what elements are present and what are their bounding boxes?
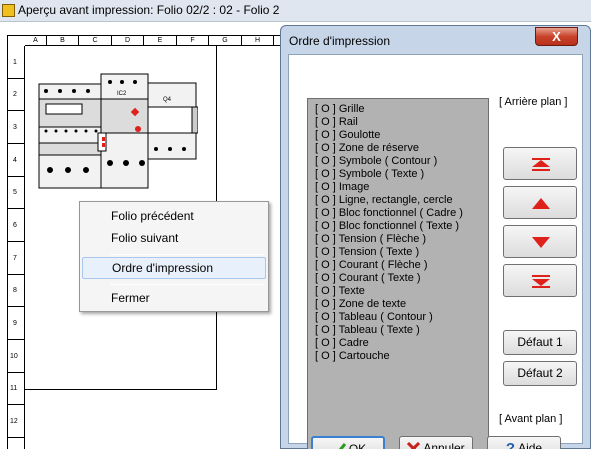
cancel-button[interactable]: Annuler: [399, 436, 473, 449]
column-label: C: [79, 36, 112, 46]
menu-item-print-order[interactable]: Ordre d'impression: [82, 257, 266, 279]
list-item[interactable]: [ O ] Tableau ( Texte ): [315, 324, 420, 337]
checkmark-icon: [339, 443, 346, 449]
column-label: E: [144, 36, 177, 46]
list-item[interactable]: [ O ] Tableau ( Contour ): [315, 311, 433, 324]
arrow-up-icon: [532, 198, 550, 209]
list-item[interactable]: [ O ] Zone de texte: [315, 298, 406, 311]
arrow-down-icon: [532, 237, 550, 248]
row-label: 5: [8, 177, 25, 209]
column-label: F: [177, 36, 209, 46]
cancel-button-label: Annuler: [423, 441, 465, 449]
list-item[interactable]: [ O ] Tension ( Texte ): [315, 246, 419, 259]
drawing-label-q4: Q4: [163, 97, 172, 103]
list-item[interactable]: [ O ] Texte: [315, 285, 365, 298]
list-item[interactable]: [ O ] Symbole ( Texte ): [315, 168, 424, 181]
move-to-top-button[interactable]: [503, 147, 577, 180]
move-up-button[interactable]: [503, 186, 577, 219]
dialog-body: [ O ] Grille [ O ] Rail [ O ] Goulotte […: [288, 54, 583, 449]
row-label: 4: [8, 144, 25, 177]
list-item[interactable]: [ O ] Symbole ( Contour ): [315, 155, 437, 168]
menu-separator: [110, 284, 264, 285]
drawing-label-ic2: IC2: [117, 91, 127, 97]
list-item[interactable]: [ O ] Bloc fonctionnel ( Cadre ): [315, 207, 463, 220]
close-icon: [407, 442, 421, 449]
device-schematic-drawing: IC2 Q4: [38, 73, 198, 189]
background-layer-label: [ Arrière plan ]: [499, 96, 568, 108]
column-label: B: [47, 36, 79, 46]
print-order-list[interactable]: [ O ] Grille [ O ] Rail [ O ] Goulotte […: [307, 98, 489, 449]
list-item[interactable]: [ O ] Cadre: [315, 337, 369, 350]
row-label: 1: [8, 46, 25, 79]
column-label: G: [209, 36, 242, 46]
row-ruler: 1 2 3 4 5 6 7 8 9 10 11 12: [8, 46, 25, 449]
list-item[interactable]: [ O ] Image: [315, 181, 369, 194]
column-ruler: A B C D E F G H: [25, 36, 282, 46]
move-down-button[interactable]: [503, 225, 577, 258]
menu-item-close[interactable]: Fermer: [82, 287, 266, 309]
list-item[interactable]: [ O ] Tension ( Flèche ): [315, 233, 426, 246]
row-label: 3: [8, 111, 25, 144]
column-label: H: [242, 36, 274, 46]
default-2-button[interactable]: Défaut 2: [503, 361, 577, 386]
list-item[interactable]: [ O ] Cartouche: [315, 350, 390, 363]
ok-button-label: OK: [348, 442, 367, 449]
row-label: 12: [8, 405, 25, 438]
row-label: 11: [8, 373, 25, 405]
move-to-bottom-button[interactable]: [503, 264, 577, 297]
app-icon: [2, 4, 15, 17]
move-to-bottom-icon: [532, 275, 550, 288]
list-item[interactable]: [ O ] Ligne, rectangle, cercle: [315, 194, 453, 207]
ok-button[interactable]: OK: [311, 436, 385, 449]
preview-window-titlebar: Aperçu avant impression: Folio 02/2 : 02…: [0, 0, 591, 22]
menu-separator: [110, 254, 264, 255]
dialog-title: Ordre d'impression: [289, 34, 390, 48]
context-menu: Folio précédent Folio suivant Ordre d'im…: [79, 201, 269, 312]
default-1-button[interactable]: Défaut 1: [503, 330, 577, 355]
menu-item-next-folio[interactable]: Folio suivant: [82, 227, 266, 249]
list-item[interactable]: [ O ] Zone de réserve: [315, 142, 419, 155]
row-label: 10: [8, 340, 25, 373]
list-item[interactable]: [ O ] Grille: [315, 103, 365, 116]
row-label: 2: [8, 79, 25, 111]
list-item[interactable]: [ O ] Goulotte: [315, 129, 380, 142]
help-icon: ?: [505, 440, 516, 449]
dialog-close-button[interactable]: X: [535, 27, 578, 46]
column-label: A: [25, 36, 47, 46]
column-label: D: [112, 36, 144, 46]
list-item[interactable]: [ O ] Courant ( Flèche ): [315, 259, 427, 272]
move-to-top-icon: [532, 158, 550, 171]
row-label: 8: [8, 275, 25, 307]
row-label: 9: [8, 307, 25, 340]
foreground-layer-label: [ Avant plan ]: [499, 413, 563, 425]
row-label: 7: [8, 242, 25, 275]
help-button[interactable]: ? Aide: [487, 436, 561, 449]
help-button-label: Aide: [518, 441, 543, 449]
list-item[interactable]: [ O ] Courant ( Texte ): [315, 272, 421, 285]
list-item[interactable]: [ O ] Bloc fonctionnel ( Texte ): [315, 220, 459, 233]
row-label: 6: [8, 209, 25, 242]
menu-item-previous-folio[interactable]: Folio précédent: [82, 205, 266, 227]
print-order-dialog: Ordre d'impression X [ O ] Grille [ O ] …: [280, 25, 591, 449]
list-item[interactable]: [ O ] Rail: [315, 116, 358, 129]
preview-window-title: Aperçu avant impression: Folio 02/2 : 02…: [18, 3, 280, 17]
